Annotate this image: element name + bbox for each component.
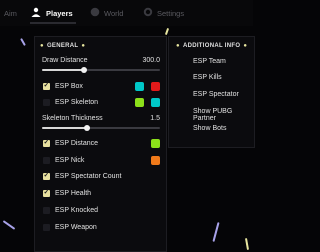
esp-skeleton-label: ESP Skeleton xyxy=(55,99,99,106)
skeleton-thickness-value: 1.5 xyxy=(150,115,160,122)
players-tab-label: Players xyxy=(46,8,73,18)
tab-aim[interactable]: Aim xyxy=(4,0,17,26)
esp-distance-color[interactable] xyxy=(151,139,160,148)
esp-weapon-checkbox[interactable] xyxy=(43,224,50,231)
draw-distance-slider-knob[interactable] xyxy=(81,67,87,73)
esp-knocked-checkbox[interactable] xyxy=(43,207,50,214)
background-streak xyxy=(20,38,26,46)
esp-distance-label: ESP Distance xyxy=(55,140,99,147)
esp-spectator-count-label: ESP Spectator Count xyxy=(55,173,122,180)
esp-distance-checkbox[interactable] xyxy=(43,138,50,147)
draw-distance-value: 300.0 xyxy=(142,57,160,64)
tab-settings[interactable]: Settings xyxy=(143,0,184,26)
draw-distance-slider-fill xyxy=(42,69,83,71)
esp-nick-color[interactable] xyxy=(151,156,160,165)
esp-nick-label: ESP Nick xyxy=(55,157,85,164)
additional-info-header: ● ADDITIONAL INFO ● xyxy=(176,43,248,49)
esp-health-label: ESP Health xyxy=(55,190,92,197)
skeleton-thickness-label: Skeleton Thickness xyxy=(42,115,103,122)
skeleton-thickness-slider-fill xyxy=(42,127,88,129)
additional-info-header-label: ADDITIONAL INFO xyxy=(182,43,241,49)
settings-icon xyxy=(143,7,153,20)
settings-tab-label: Settings xyxy=(157,8,185,18)
esp-spectator-count-checkbox[interactable] xyxy=(43,171,50,180)
players-icon xyxy=(30,7,42,20)
esp-box-color-1[interactable] xyxy=(135,82,144,91)
esp-box-checkbox[interactable] xyxy=(43,81,50,90)
esp-knocked-label: ESP Knocked xyxy=(55,207,99,214)
esp-box-label: ESP Box xyxy=(55,83,83,90)
additional-info-panel: ● ADDITIONAL INFO ● ESP Team ESP Kills ESP… xyxy=(168,36,255,148)
general-header-label: GENERAL xyxy=(46,43,79,49)
background-streak xyxy=(212,222,220,242)
top-nav: Aim Players World Settings xyxy=(0,0,253,26)
additional-item-show-bots[interactable]: Show Bots xyxy=(193,125,226,132)
additional-item-show-pubg-partner[interactable]: Show PUBG Partner xyxy=(193,108,254,122)
background-streak xyxy=(244,237,250,251)
esp-skeleton-color-1[interactable] xyxy=(135,98,144,107)
additional-item-esp-team[interactable]: ESP Team xyxy=(193,58,226,65)
background-streak xyxy=(164,27,170,36)
background-streak xyxy=(2,220,16,230)
esp-skeleton-checkbox[interactable] xyxy=(43,99,50,106)
general-header: ● GENERAL ● xyxy=(40,43,86,49)
esp-nick-checkbox[interactable] xyxy=(43,157,50,164)
additional-item-esp-spectator[interactable]: ESP Spectator xyxy=(193,91,239,98)
world-tab-label: World xyxy=(104,8,124,18)
esp-skeleton-color-2[interactable] xyxy=(151,98,160,107)
esp-health-checkbox[interactable] xyxy=(43,188,50,197)
esp-weapon-label: ESP Weapon xyxy=(55,224,97,231)
active-tab-indicator xyxy=(30,22,76,24)
general-panel: ●GENERAL● Draw Distance 300.0 ESP Box ES… xyxy=(34,36,167,252)
aim-tab-label: Aim xyxy=(4,8,17,18)
world-icon xyxy=(90,7,100,20)
draw-distance-label: Draw Distance xyxy=(42,57,88,64)
tab-world[interactable]: World xyxy=(90,0,123,26)
skeleton-thickness-slider-knob[interactable] xyxy=(84,125,90,131)
esp-box-color-2[interactable] xyxy=(151,82,160,91)
additional-item-esp-kills[interactable]: ESP Kills xyxy=(193,74,222,81)
